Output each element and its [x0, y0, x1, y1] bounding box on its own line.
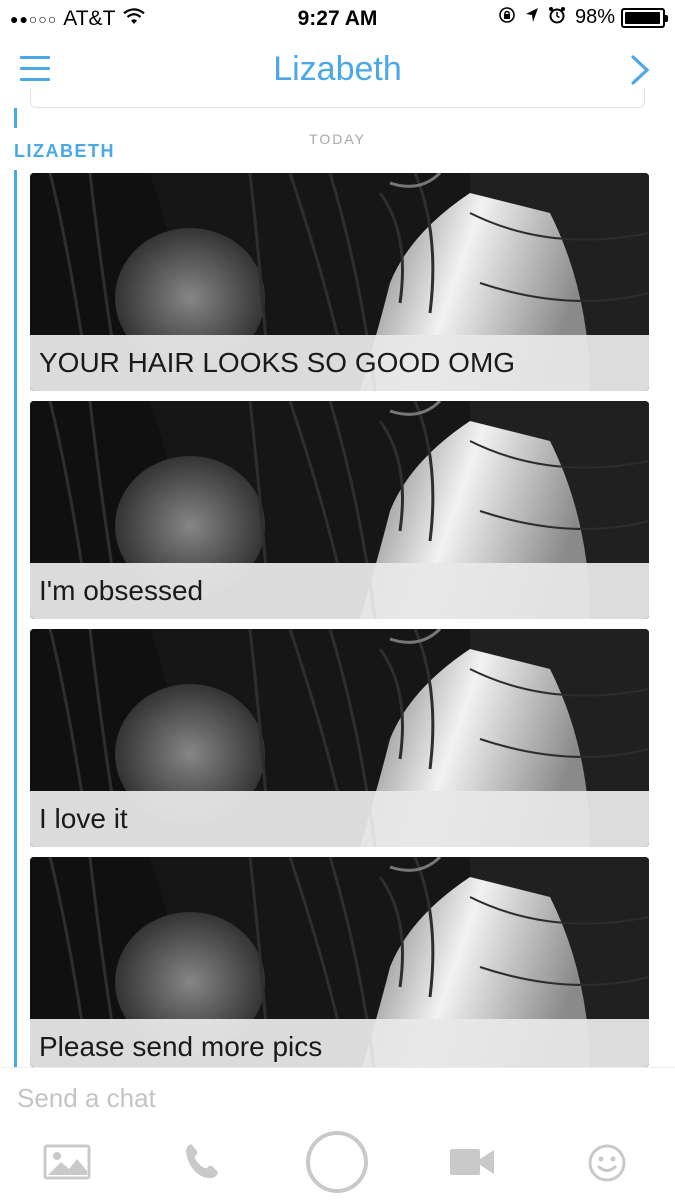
message-caption: Please send more pics [30, 1019, 649, 1067]
message-caption: YOUR HAIR LOOKS SO GOOD OMG [30, 335, 649, 391]
rotation-lock-icon [498, 6, 516, 29]
battery-fill [625, 11, 661, 24]
status-bar: ●●○○○ AT&T 9:27 AM 98% [0, 0, 675, 40]
message-caption: I love it [30, 791, 649, 847]
sender-name: LIZABETH [14, 141, 115, 161]
photo-message[interactable]: I'm obsessed [30, 401, 649, 619]
photo-message[interactable]: Please send more pics [30, 857, 649, 1067]
emoji-icon[interactable] [587, 1143, 627, 1188]
photo-icon[interactable] [43, 1144, 91, 1185]
send-chat-input[interactable] [17, 1080, 657, 1116]
video-icon[interactable] [449, 1147, 495, 1182]
bottom-toolbar [0, 1127, 675, 1200]
previous-sender-line [14, 108, 17, 128]
sender-color-bar [14, 170, 17, 1067]
contact-name-title[interactable]: Lizabeth [0, 50, 675, 89]
phone-icon[interactable] [182, 1141, 222, 1186]
status-right: 98% [498, 6, 668, 29]
location-arrow-icon [525, 7, 539, 28]
battery-percent: 98% [574, 6, 615, 28]
chat-input-bar [0, 1067, 675, 1127]
chevron-right-icon[interactable] [627, 54, 653, 86]
camera-capture-icon[interactable] [305, 1130, 369, 1199]
photo-message[interactable]: I love it [30, 629, 649, 847]
battery-icon [621, 7, 668, 28]
alarm-icon [548, 6, 566, 29]
previous-message-card [30, 88, 645, 108]
message-caption: I'm obsessed [30, 563, 649, 619]
photo-message[interactable]: YOUR HAIR LOOKS SO GOOD OMG [30, 173, 649, 391]
